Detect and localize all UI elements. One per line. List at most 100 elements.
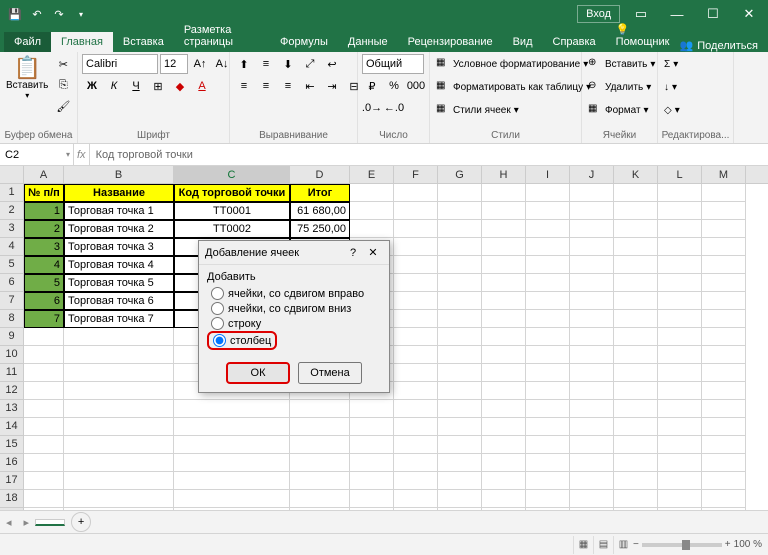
- cell[interactable]: Торговая точка 5: [64, 274, 174, 292]
- page-break-icon[interactable]: ▥: [613, 536, 633, 554]
- cell[interactable]: [394, 508, 438, 510]
- row-header[interactable]: 14: [0, 418, 24, 436]
- cell[interactable]: [658, 436, 702, 454]
- cell[interactable]: [614, 220, 658, 238]
- tab-данные[interactable]: Данные: [338, 32, 398, 52]
- cell[interactable]: [438, 472, 482, 490]
- comma-icon[interactable]: 000: [406, 76, 426, 96]
- percent-icon[interactable]: %: [384, 76, 404, 96]
- clear-button[interactable]: ◇ ▾: [662, 100, 682, 120]
- fill-color-icon[interactable]: ◆: [170, 76, 190, 96]
- cell[interactable]: [658, 328, 702, 346]
- cell[interactable]: [482, 346, 526, 364]
- cell[interactable]: [64, 418, 174, 436]
- cell[interactable]: [658, 400, 702, 418]
- cell[interactable]: [64, 328, 174, 346]
- cell[interactable]: [438, 346, 482, 364]
- row-header[interactable]: 13: [0, 400, 24, 418]
- cell[interactable]: 1: [24, 202, 64, 220]
- conditional-formatting-button[interactable]: ▦Условное форматирование ▾: [434, 54, 590, 74]
- cell[interactable]: [174, 418, 290, 436]
- cell[interactable]: [614, 472, 658, 490]
- cell[interactable]: [24, 382, 64, 400]
- cell[interactable]: [174, 436, 290, 454]
- cell[interactable]: [570, 472, 614, 490]
- align-top-icon[interactable]: ⬆: [234, 54, 254, 74]
- number-format-select[interactable]: [362, 54, 424, 74]
- radio-input[interactable]: [211, 302, 224, 315]
- normal-view-icon[interactable]: ▦: [573, 536, 593, 554]
- cell[interactable]: 5: [24, 274, 64, 292]
- close-icon[interactable]: ✕: [732, 0, 766, 28]
- cell-styles-button[interactable]: ▦Стили ячеек ▾: [434, 100, 521, 120]
- row-header[interactable]: 5: [0, 256, 24, 274]
- decrease-font-icon[interactable]: A↓: [212, 54, 232, 74]
- cell[interactable]: [614, 292, 658, 310]
- cell[interactable]: [290, 508, 350, 510]
- cell[interactable]: [526, 346, 570, 364]
- cell[interactable]: [570, 508, 614, 510]
- col-header-J[interactable]: J: [570, 166, 614, 183]
- cell[interactable]: [526, 328, 570, 346]
- cell[interactable]: [702, 256, 746, 274]
- col-header-A[interactable]: A: [24, 166, 64, 183]
- cell[interactable]: [658, 418, 702, 436]
- cell[interactable]: [482, 508, 526, 510]
- align-middle-icon[interactable]: ≡: [256, 54, 276, 74]
- cell[interactable]: [658, 184, 702, 202]
- redo-icon[interactable]: ↷: [50, 5, 68, 23]
- cell[interactable]: [526, 436, 570, 454]
- cell[interactable]: 75 250,00: [290, 220, 350, 238]
- cell[interactable]: [614, 436, 658, 454]
- cell[interactable]: [658, 382, 702, 400]
- cell[interactable]: [394, 274, 438, 292]
- increase-decimal-icon[interactable]: .0→: [362, 98, 382, 118]
- cell[interactable]: [570, 274, 614, 292]
- cell[interactable]: [482, 310, 526, 328]
- cell[interactable]: [290, 436, 350, 454]
- cell[interactable]: [614, 418, 658, 436]
- row-header[interactable]: 19: [0, 508, 24, 510]
- cell[interactable]: [702, 454, 746, 472]
- copy-icon[interactable]: ⎘: [53, 75, 73, 95]
- cell[interactable]: [350, 184, 394, 202]
- cell[interactable]: [174, 472, 290, 490]
- radio-option[interactable]: ячейки, со сдвигом вниз: [207, 301, 381, 316]
- cell[interactable]: [658, 202, 702, 220]
- cancel-button[interactable]: Отмена: [298, 362, 362, 384]
- cell[interactable]: [614, 364, 658, 382]
- cell[interactable]: [394, 346, 438, 364]
- radio-input[interactable]: [211, 317, 224, 330]
- cell[interactable]: [64, 346, 174, 364]
- qat-more-icon[interactable]: ▾: [72, 5, 90, 23]
- select-all-corner[interactable]: [0, 166, 24, 183]
- cell[interactable]: [570, 454, 614, 472]
- cell[interactable]: [394, 418, 438, 436]
- cell[interactable]: Торговая точка 1: [64, 202, 174, 220]
- page-layout-icon[interactable]: ▤: [593, 536, 613, 554]
- cell[interactable]: [24, 508, 64, 510]
- cell[interactable]: [702, 274, 746, 292]
- cell[interactable]: [482, 454, 526, 472]
- maximize-icon[interactable]: ☐: [696, 0, 730, 28]
- cell[interactable]: [438, 508, 482, 510]
- cell[interactable]: [24, 436, 64, 454]
- row-header[interactable]: 6: [0, 274, 24, 292]
- cell[interactable]: [438, 364, 482, 382]
- tab-рецензирование[interactable]: Рецензирование: [398, 32, 503, 52]
- cell[interactable]: [482, 472, 526, 490]
- align-right-icon[interactable]: ≡: [278, 76, 298, 96]
- cell[interactable]: [24, 490, 64, 508]
- align-left-icon[interactable]: ≡: [234, 76, 254, 96]
- cell[interactable]: [174, 400, 290, 418]
- cell[interactable]: [526, 400, 570, 418]
- cell[interactable]: [394, 472, 438, 490]
- cell[interactable]: [614, 256, 658, 274]
- cell[interactable]: [614, 400, 658, 418]
- radio-option[interactable]: столбец: [207, 331, 277, 350]
- cell[interactable]: [702, 328, 746, 346]
- fill-button[interactable]: ↓ ▾: [662, 77, 679, 97]
- cell[interactable]: [394, 238, 438, 256]
- paste-button[interactable]: 📋 Вставить ▾: [4, 54, 50, 102]
- row-header[interactable]: 16: [0, 454, 24, 472]
